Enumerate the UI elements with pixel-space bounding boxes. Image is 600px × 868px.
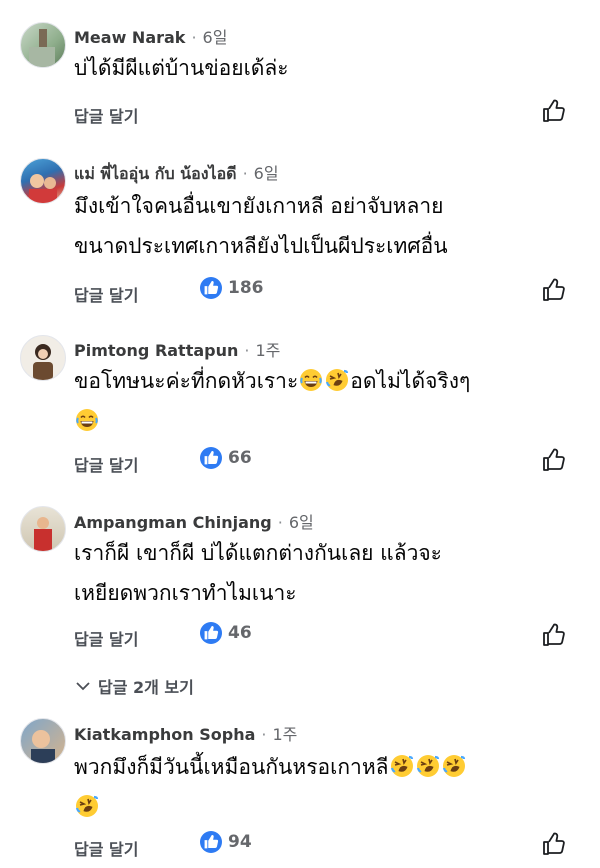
comment-text: ขอโทษนะค่ะที่กดหัวเราะ อดไม่ได้จริงๆ (74, 361, 579, 441)
chevron-down-icon (76, 682, 90, 691)
avatar[interactable] (20, 506, 66, 552)
like-count: 94 (228, 832, 252, 852)
view-replies-label: 답글 2개 보기 (98, 678, 194, 697)
like-reaction-icon (200, 622, 222, 644)
like-button-icon[interactable] (541, 622, 567, 648)
rofl-emoji-icon (442, 754, 466, 778)
reaction-count[interactable]: 46 (200, 622, 252, 644)
rofl-emoji-icon (390, 754, 414, 778)
like-button-icon[interactable] (541, 831, 567, 857)
like-button-icon[interactable] (541, 447, 567, 473)
comment-time[interactable]: 6일 (289, 513, 314, 532)
reply-button[interactable]: 답글 달기 (74, 282, 138, 306)
rofl-emoji-icon (325, 368, 349, 392)
reply-button[interactable]: 답글 달기 (74, 103, 138, 127)
comment-author[interactable]: Meaw Narak (74, 28, 185, 47)
like-button-icon[interactable] (541, 98, 567, 124)
like-reaction-icon (200, 277, 222, 299)
avatar[interactable] (20, 22, 66, 68)
comment-text: พวกมึงก็มีวันนี้เหมือนกันหรอเกาหลี (74, 747, 579, 827)
avatar[interactable] (20, 158, 66, 204)
like-button-icon[interactable] (541, 277, 567, 303)
like-count: 46 (228, 623, 252, 643)
comment-author[interactable]: Pimtong Rattapun (74, 341, 238, 360)
comment-time[interactable]: 6일 (203, 28, 228, 47)
comment-text: เราก็ผี เขาก็ผี บ่ได้แตกต่างกันเลย แล้วจ… (74, 541, 442, 605)
rofl-emoji-icon (75, 794, 99, 818)
comment-author[interactable]: Ampangman Chinjang (74, 513, 272, 532)
like-reaction-icon (200, 831, 222, 853)
reaction-count[interactable]: 66 (200, 447, 252, 469)
like-reaction-icon (200, 447, 222, 469)
grinning-emoji-icon (299, 368, 323, 392)
comment-author[interactable]: Kiatkamphon Sopha (74, 725, 255, 744)
grinning-emoji-icon (75, 408, 99, 432)
rofl-emoji-icon (416, 754, 440, 778)
reply-button[interactable]: 답글 달기 (74, 836, 138, 860)
comment-text: บ่ได้มีผีแต่บ้านข่อยเด้ล่ะ (74, 56, 289, 80)
reaction-count[interactable]: 94 (200, 831, 252, 853)
comment-time[interactable]: 6일 (254, 164, 279, 183)
reaction-count[interactable]: 186 (200, 277, 264, 299)
reply-button[interactable]: 답글 달기 (74, 626, 138, 650)
like-count: 186 (228, 278, 264, 298)
comment-author[interactable]: แม่ พี่ไออุ่น กับ น้องไอดี (74, 164, 237, 183)
reply-button[interactable]: 답글 달기 (74, 452, 138, 476)
like-count: 66 (228, 448, 252, 468)
view-replies-button[interactable]: 답글 2개 보기 (76, 674, 194, 698)
comment-time[interactable]: 1주 (255, 341, 280, 360)
comment-time[interactable]: 1주 (272, 725, 297, 744)
comment-text: มึงเข้าใจคนอื่นเขายังเกาหลี อย่าจับหลายข… (74, 194, 448, 258)
avatar[interactable] (20, 335, 66, 381)
avatar[interactable] (20, 718, 66, 764)
